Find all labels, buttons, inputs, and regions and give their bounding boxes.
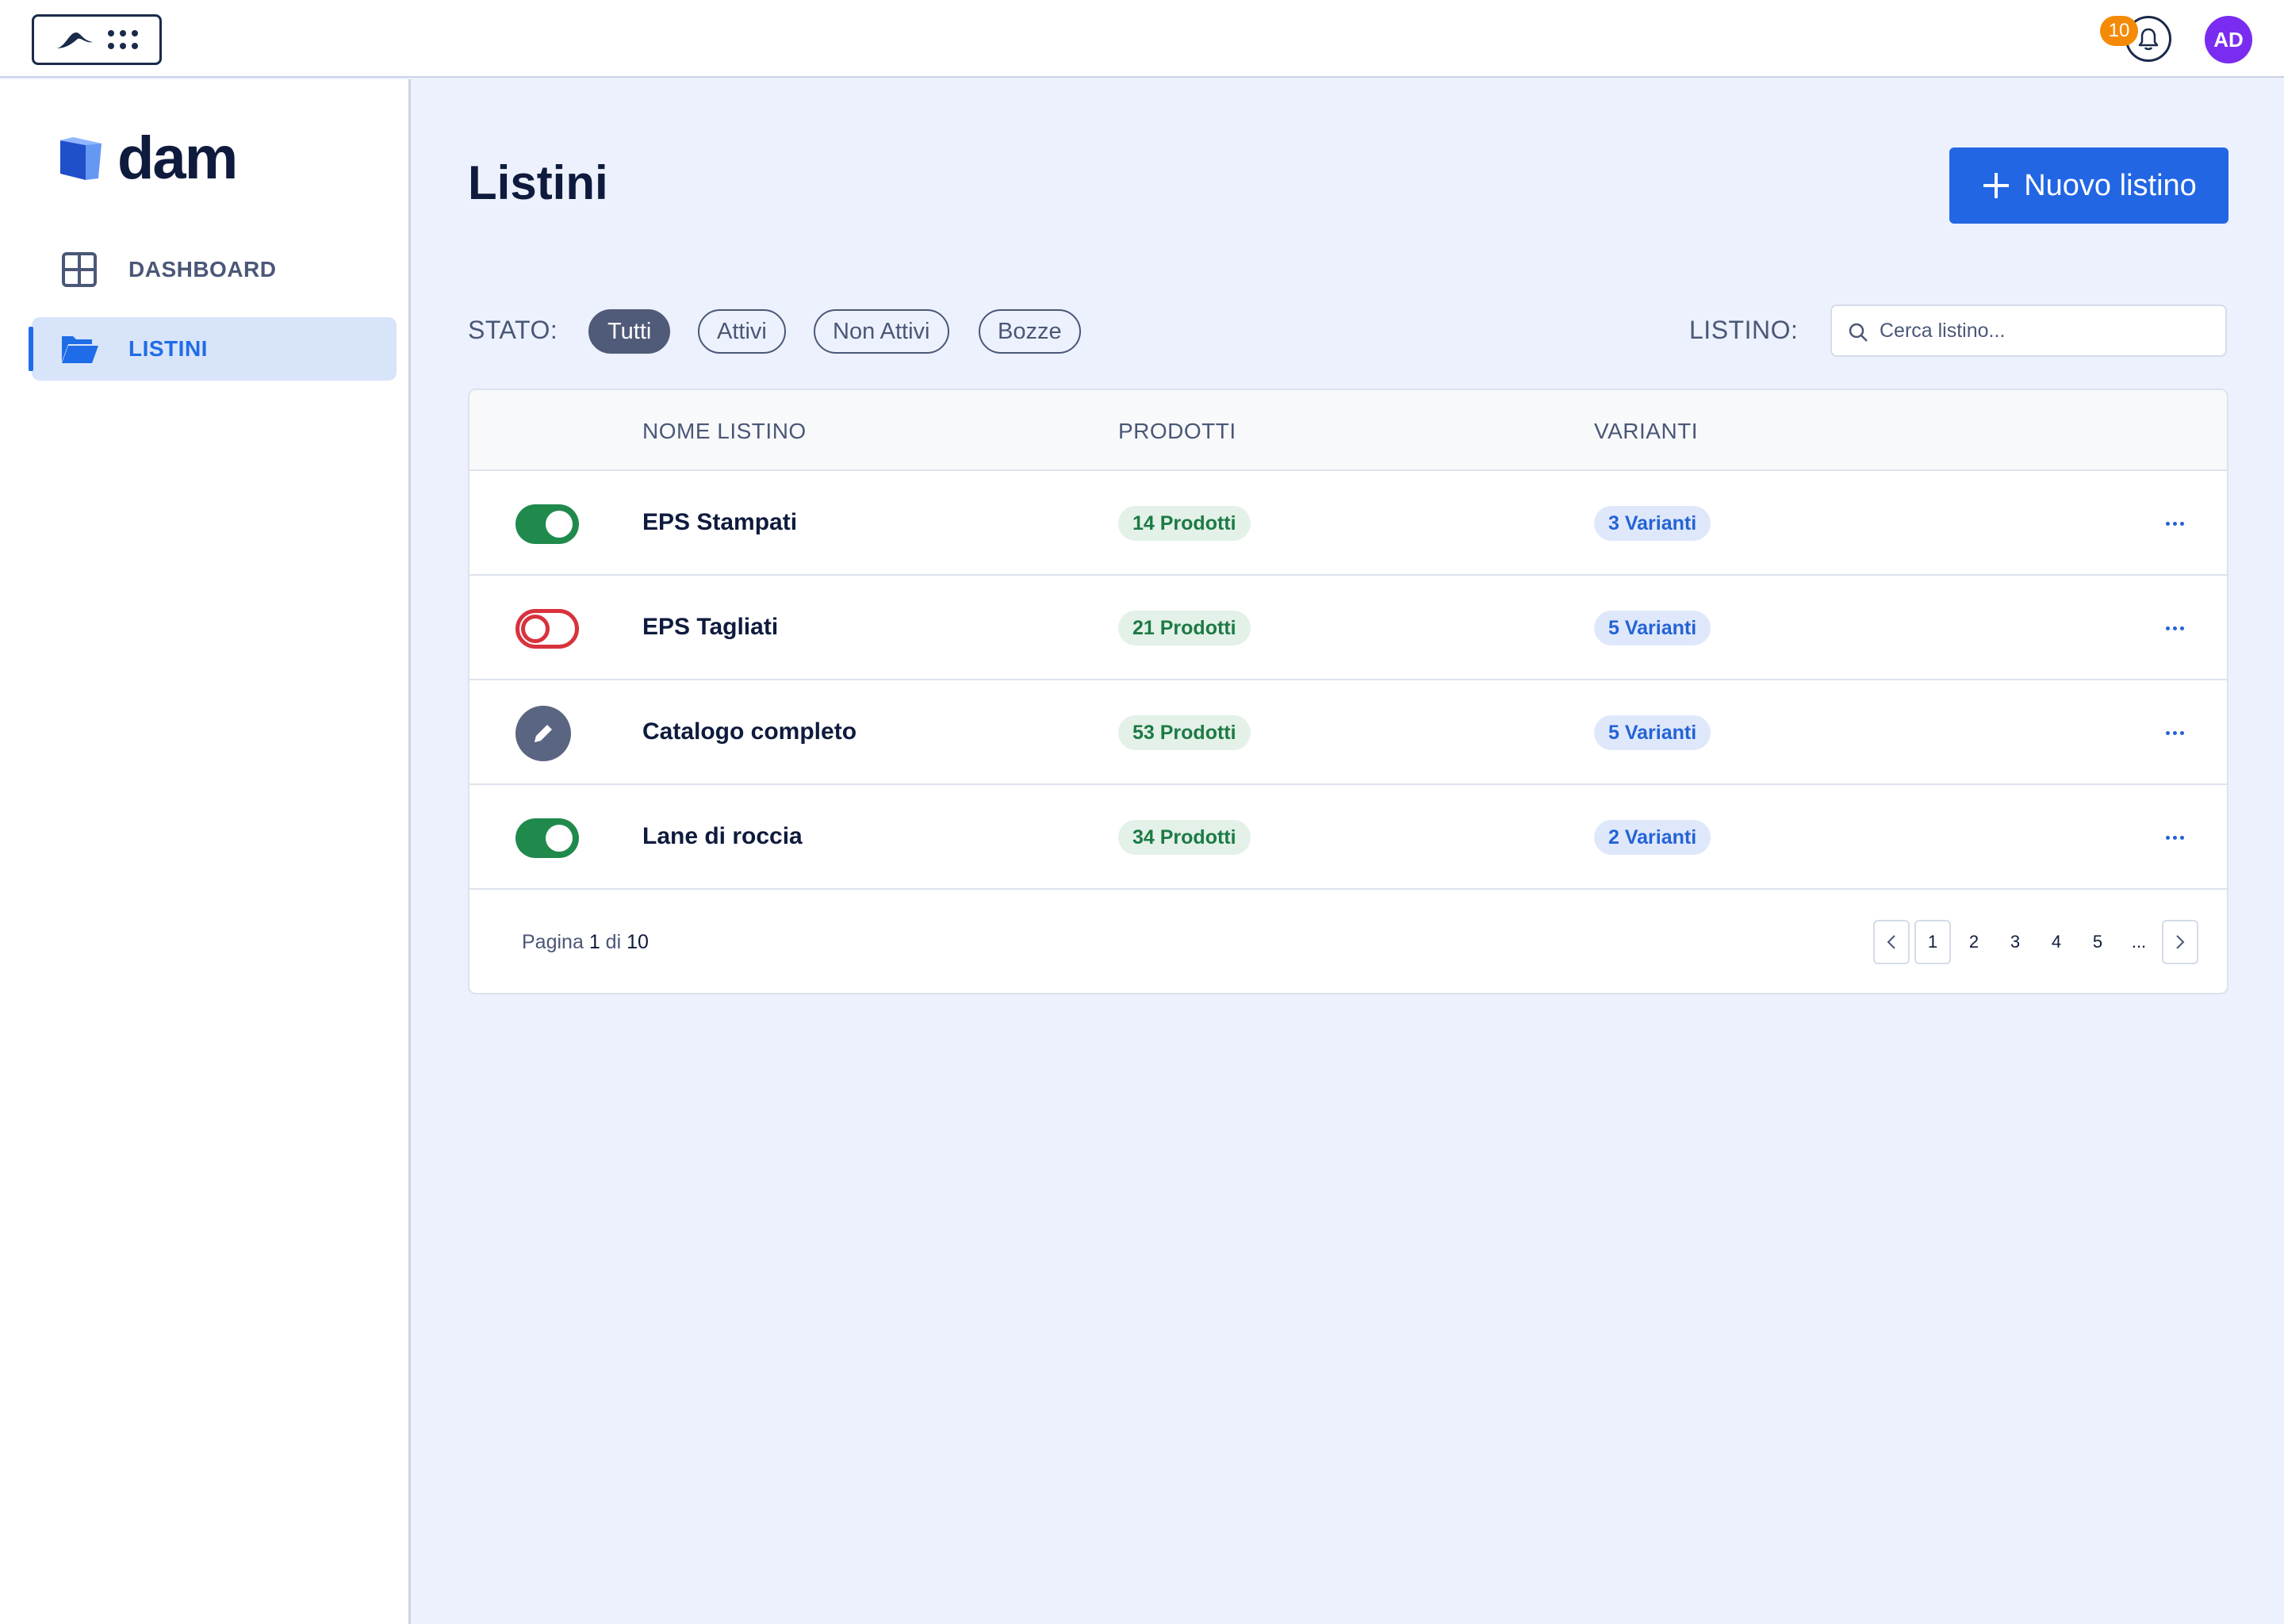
chevron-right-icon — [2176, 935, 2185, 949]
listino-name[interactable]: EPS Stampati — [642, 509, 797, 536]
table-header: NOME LISTINO PRODOTTI VARIANTI — [469, 390, 2227, 471]
dashboard-grid-icon — [62, 252, 97, 287]
folder-open-icon — [62, 336, 98, 363]
pencil-icon — [535, 725, 552, 742]
more-actions-icon[interactable] — [2157, 826, 2192, 848]
page-button-5[interactable]: 5 — [2079, 920, 2116, 964]
prev-page-button[interactable] — [1873, 920, 1910, 964]
new-listino-button[interactable]: Nuovo listino — [1949, 147, 2228, 224]
pagination-summary: Pagina 1 di 10 — [522, 931, 649, 954]
filter-chip-tutti[interactable]: Tutti — [588, 309, 671, 354]
app-switcher-button[interactable] — [32, 14, 162, 65]
listino-name[interactable]: Catalogo completo — [642, 718, 856, 745]
sidebar: dam DASHBOARD LISTINI — [0, 79, 411, 1624]
page-title: Listini — [468, 156, 608, 209]
filter-chip-attivi[interactable]: Attivi — [698, 309, 786, 354]
listini-table: NOME LISTINO PRODOTTI VARIANTI EPS Stamp… — [468, 389, 2228, 994]
active-nav-indicator — [29, 327, 33, 371]
search-icon — [1849, 323, 1868, 342]
page-button-2[interactable]: 2 — [1956, 920, 1992, 964]
chevron-left-icon — [1887, 935, 1895, 949]
page-button-4[interactable]: 4 — [2038, 920, 2075, 964]
search-field[interactable] — [1830, 304, 2227, 357]
sidebar-item-listini[interactable]: LISTINI — [32, 317, 397, 381]
variants-badge: 5 Varianti — [1594, 611, 1711, 645]
next-page-button[interactable] — [2162, 920, 2198, 964]
page-button-3[interactable]: 3 — [1997, 920, 2033, 964]
dam-logo-icon — [60, 137, 102, 180]
filter-chip-non-attivi[interactable]: Non Attivi — [814, 309, 949, 354]
notification-count-badge: 10 — [2100, 16, 2138, 46]
pagination: 1 2 3 4 5 ... — [1873, 920, 2198, 964]
table-row[interactable]: EPS Tagliati 21 Prodotti 5 Varianti — [469, 576, 2227, 680]
products-badge: 21 Prodotti — [1118, 611, 1251, 645]
products-badge: 53 Prodotti — [1118, 715, 1251, 750]
variants-badge: 3 Varianti — [1594, 506, 1711, 541]
products-badge: 14 Prodotti — [1118, 506, 1251, 541]
more-actions-icon[interactable] — [2157, 617, 2192, 639]
variants-badge: 5 Varianti — [1594, 715, 1711, 750]
more-actions-icon[interactable] — [2157, 512, 2192, 534]
pagination-total: 10 — [627, 931, 649, 953]
more-actions-icon[interactable] — [2157, 722, 2192, 744]
plus-icon — [1983, 173, 2010, 198]
page-ellipsis: ... — [2131, 932, 2147, 952]
sidebar-item-label: LISTINI — [128, 336, 208, 361]
mountain-logo-icon — [56, 33, 93, 48]
bell-icon — [2138, 28, 2159, 51]
table-row[interactable]: EPS Stampati 14 Prodotti 3 Varianti — [469, 471, 2227, 576]
pagination-separator: di — [605, 931, 622, 953]
table-row[interactable]: Lane di roccia 34 Prodotti 2 Varianti — [469, 785, 2227, 890]
sidebar-item-label: DASHBOARD — [128, 257, 277, 282]
status-toggle-active[interactable] — [515, 504, 579, 544]
products-badge: 34 Prodotti — [1118, 820, 1251, 855]
pagination-prefix: Pagina — [522, 931, 584, 953]
draft-status-button[interactable] — [515, 706, 571, 761]
column-header-prodotti[interactable]: PRODOTTI — [1118, 419, 1236, 444]
table-row[interactable]: Catalogo completo 53 Prodotti 5 Varianti — [469, 680, 2227, 785]
user-avatar[interactable]: AD — [2205, 16, 2252, 63]
page-button-1[interactable]: 1 — [1914, 920, 1951, 964]
status-filter-label: STATO: — [468, 316, 558, 344]
new-listino-label: Nuovo listino — [2024, 168, 2197, 202]
column-header-varianti[interactable]: VARIANTI — [1594, 419, 1698, 444]
status-toggle-active[interactable] — [515, 818, 579, 858]
column-header-nome[interactable]: NOME LISTINO — [642, 419, 807, 444]
brand-name: dam — [117, 124, 238, 192]
top-bar: 10 AD — [0, 0, 2284, 78]
status-toggle-inactive[interactable] — [515, 609, 579, 649]
brand-logo[interactable]: dam — [57, 124, 238, 192]
sidebar-item-dashboard[interactable]: DASHBOARD — [32, 238, 397, 301]
search-label: LISTINO: — [1689, 316, 1799, 344]
filter-chip-bozze[interactable]: Bozze — [979, 309, 1081, 354]
search-input[interactable] — [1880, 319, 2213, 343]
listino-name[interactable]: EPS Tagliati — [642, 614, 778, 641]
pagination-current: 1 — [588, 931, 600, 953]
listino-name[interactable]: Lane di roccia — [642, 823, 803, 850]
apps-grid-icon — [108, 30, 138, 49]
variants-badge: 2 Varianti — [1594, 820, 1711, 855]
